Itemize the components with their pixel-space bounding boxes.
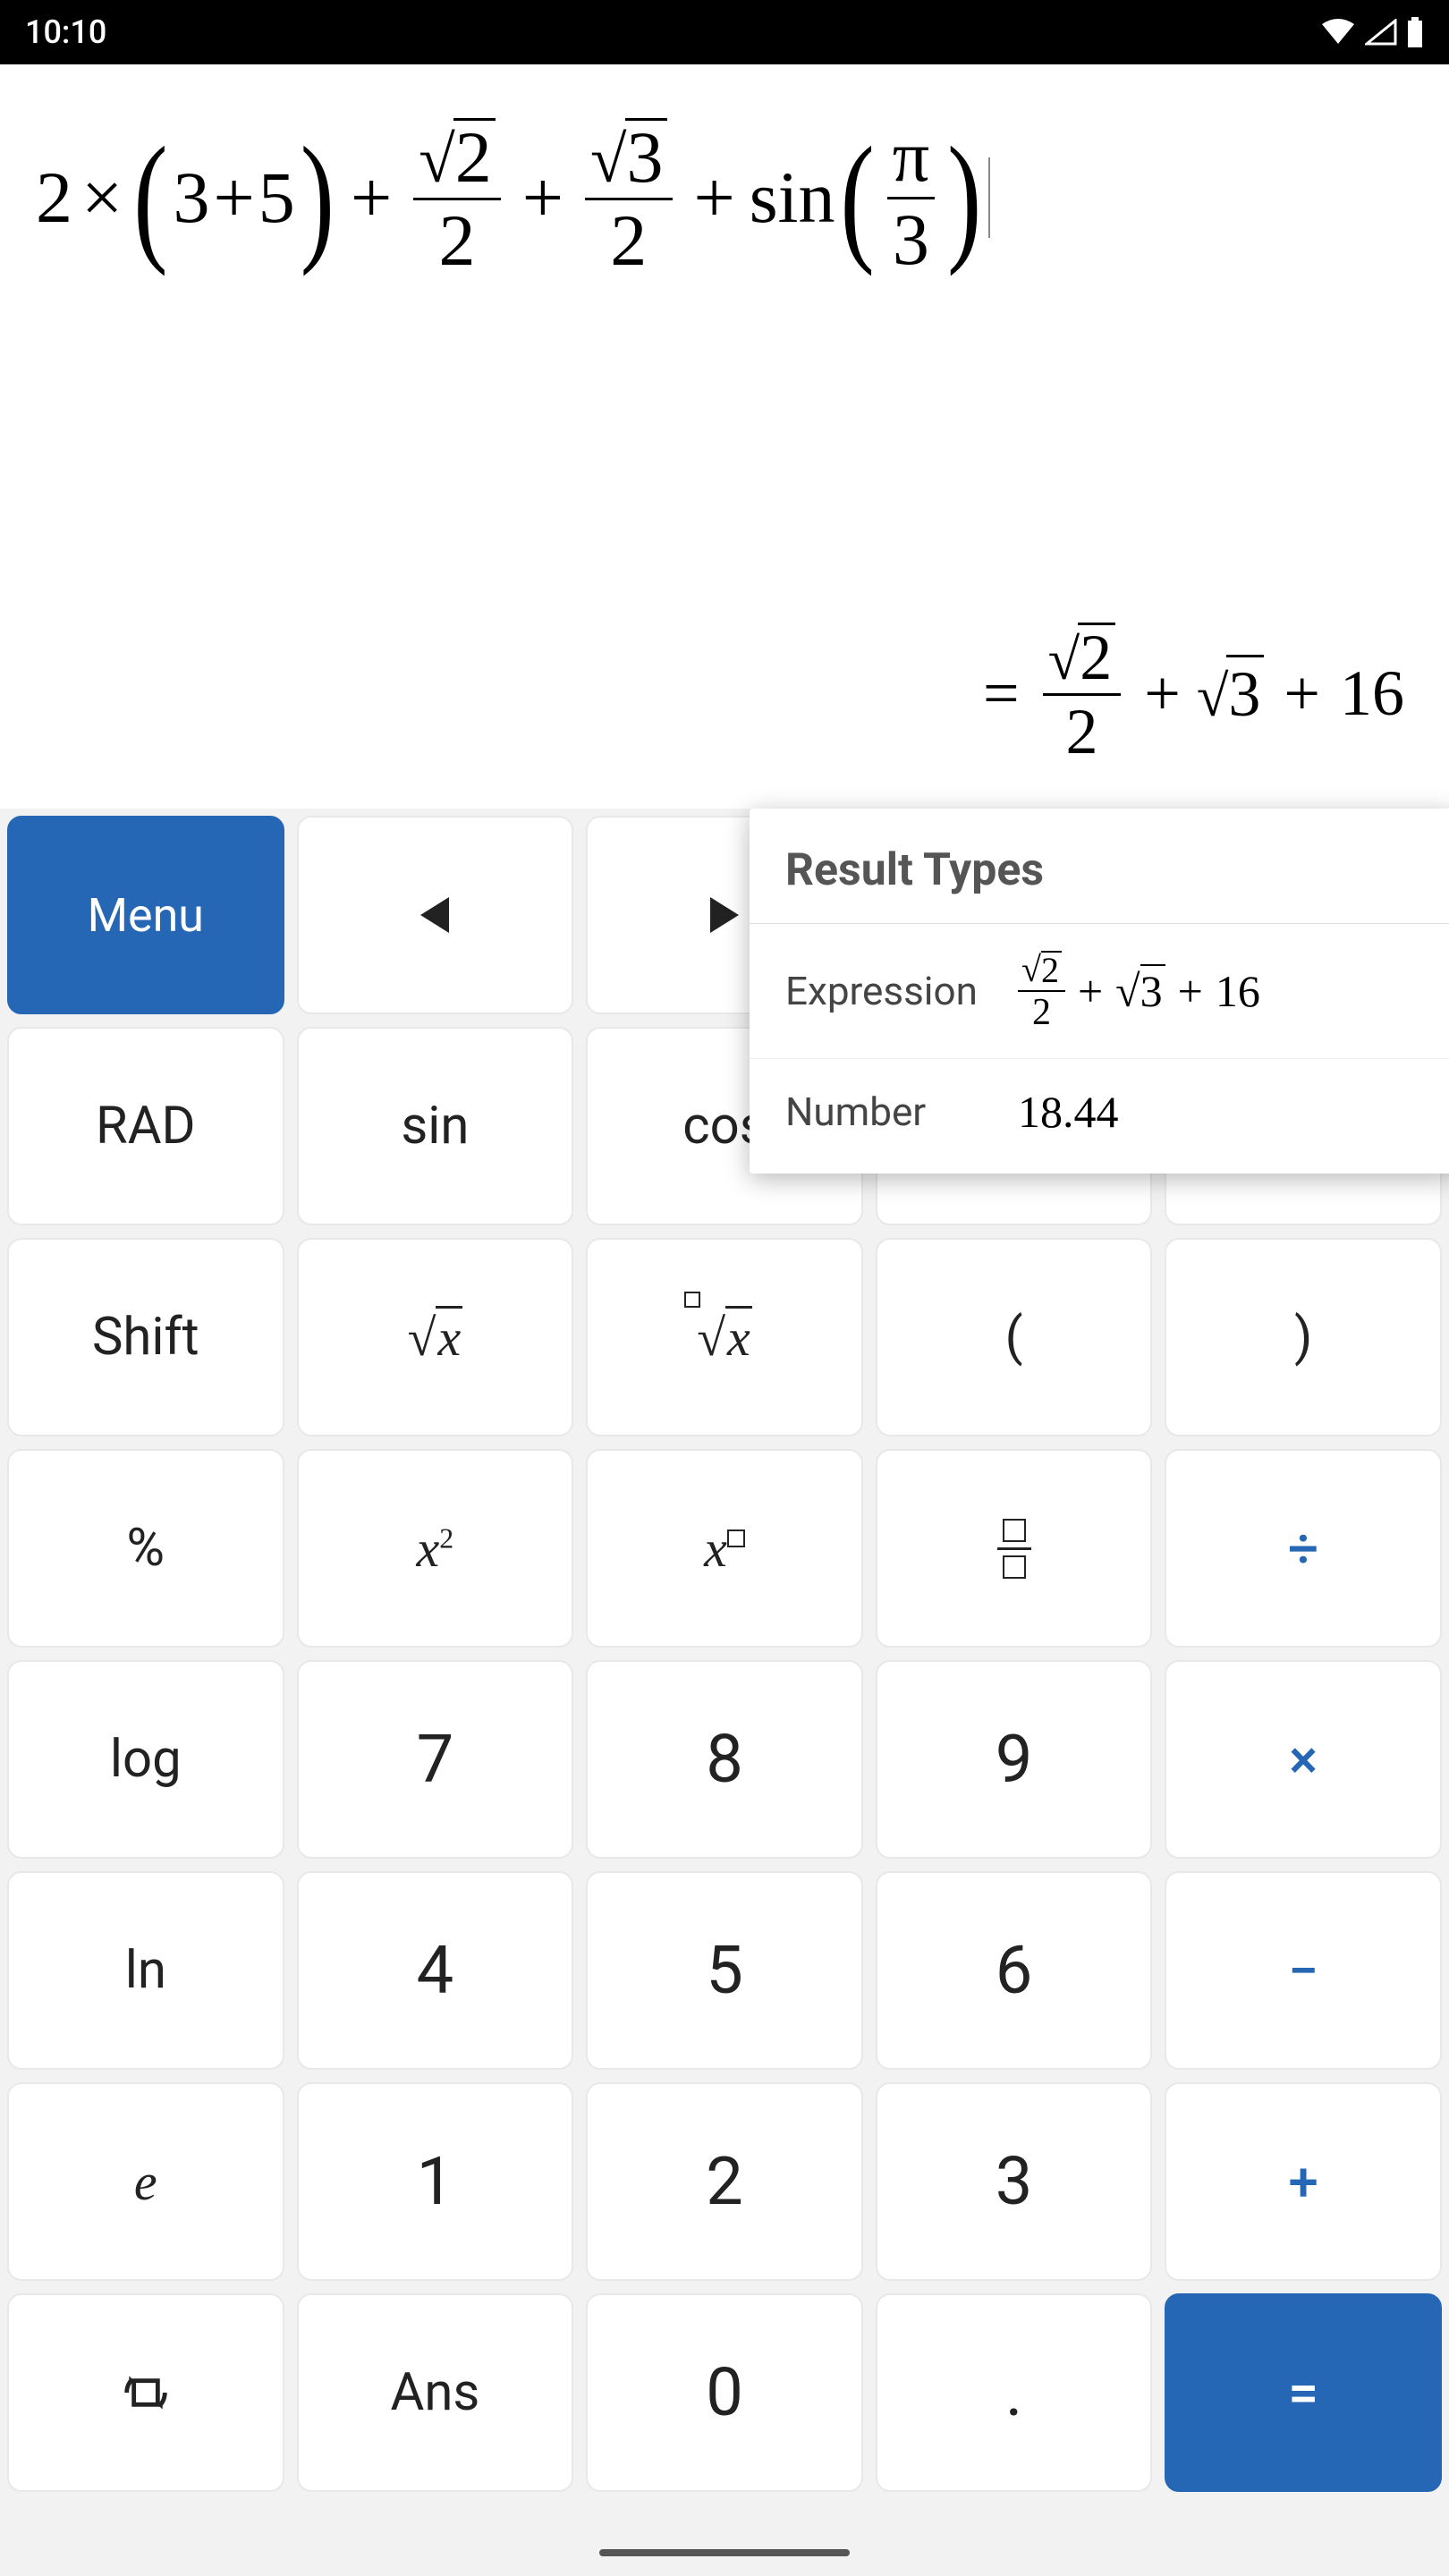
menu-button[interactable]: Menu [7,816,284,1014]
divide-button[interactable]: ÷ [1165,1449,1442,1648]
p-den2: 2 [1032,992,1051,1031]
popup-title: Result Types [750,809,1449,924]
signal-icon [1365,19,1397,46]
fraction-icon [997,1519,1031,1579]
lparen2-icon: ( [840,140,874,256]
nroot-button[interactable]: √x [586,1238,863,1436]
result-frac: √2 2 [1043,623,1122,764]
res-plus2: + [1284,657,1320,731]
log-button[interactable]: log [7,1660,284,1859]
sqrt-3: 3 [625,118,667,194]
minus-button[interactable]: − [1165,1871,1442,2070]
sqrt-x: x [436,1306,462,1367]
six-button[interactable]: 6 [876,1871,1153,2070]
rotate-icon [117,2364,174,2421]
res-sqrt2: 2 [1078,623,1115,690]
denom-3: 3 [893,199,929,276]
rparen-button[interactable]: ) [1165,1238,1442,1436]
eight-button[interactable]: 8 [586,1660,863,1859]
token-3: 3 [173,157,209,238]
e-glyph: e [134,2152,157,2212]
token-plus-2: + [351,157,392,238]
token-5: 5 [258,157,295,238]
sqrt-2: 2 [453,118,496,194]
token-plus: + [213,157,254,238]
res-den2: 2 [1065,696,1097,764]
ans-button[interactable]: Ans [297,2293,574,2492]
equals-button[interactable]: = [1165,2293,1442,2492]
rparen2-icon: ) [947,140,981,256]
token-plus-3: + [522,157,564,238]
token-times: × [81,157,123,238]
e-button[interactable]: e [7,2082,284,2281]
battery-icon [1406,17,1424,47]
fraction-button[interactable] [876,1449,1153,1648]
wifi-icon [1320,19,1356,46]
p-sqrt3: 3 [1140,964,1165,1016]
four-button[interactable]: 4 [297,1871,574,2070]
multiply-button[interactable]: × [1165,1660,1442,1859]
pi: π [887,120,935,199]
plus-button[interactable]: + [1165,2082,1442,2281]
two-button[interactable]: 2 [586,2082,863,2281]
result-expression: = √2 2 + √3 + 16 [36,623,1413,791]
sin-button[interactable]: sin [297,1027,574,1225]
status-bar: 10:10 [0,0,1449,64]
res-16: 16 [1340,657,1404,731]
denom-2b: 2 [610,200,647,277]
five-button[interactable]: 5 [586,1871,863,2070]
result-types-popup: Result Types Expression √22 + √3 + 16 Nu… [750,809,1449,1174]
shift-button[interactable]: Shift [7,1238,284,1436]
display-area: 2 × ( 3 + 5 ) + √2 2 + √3 2 + sin ( π 3 … [0,64,1449,809]
popup-expression-label: Expression [785,968,1018,1014]
fraction-2: √3 2 [585,118,673,277]
status-icons [1320,17,1424,47]
p-plus1: + [1078,965,1103,1017]
zero-button[interactable]: 0 [586,2293,863,2492]
popup-number-row[interactable]: Number 18.44 [750,1059,1449,1174]
popup-expression-value: √22 + √3 + 16 [1018,951,1260,1031]
sqrt-button[interactable]: √x [297,1238,574,1436]
one-button[interactable]: 1 [297,2082,574,2281]
triangle-left-icon [420,897,449,933]
cursor-icon [988,157,990,238]
p-sqrt2: 2 [1041,951,1062,988]
nroot-x: x [725,1306,752,1367]
token-sin: sin [750,157,835,238]
three-button[interactable]: 3 [876,2082,1153,2281]
rad-button[interactable]: RAD [7,1027,284,1225]
p-plus2: + [1178,965,1203,1017]
status-time: 10:10 [25,13,106,51]
ln-button[interactable]: ln [7,1871,284,2070]
rotate-button[interactable] [7,2293,284,2492]
percent-button[interactable]: % [7,1449,284,1648]
triangle-right-icon [710,897,739,933]
power-button[interactable]: x [586,1449,863,1648]
rparen-icon: ) [301,140,335,256]
popup-number-label: Number [785,1089,1018,1135]
fraction-1: √2 2 [413,118,501,277]
dot-button[interactable]: . [876,2293,1153,2492]
popup-number-value: 18.44 [1018,1086,1119,1138]
seven-button[interactable]: 7 [297,1660,574,1859]
denom-2a: 2 [438,200,475,277]
lparen-button[interactable]: ( [876,1238,1153,1436]
res-sqrt3: 3 [1226,655,1264,732]
token-2: 2 [36,157,72,238]
nav-handle[interactable] [599,2549,850,2556]
cursor-left-button[interactable] [297,816,574,1014]
token-plus-4: + [694,157,735,238]
square-button[interactable]: x2 [297,1449,574,1648]
p-16: 16 [1216,965,1260,1017]
input-expression[interactable]: 2 × ( 3 + 5 ) + √2 2 + √3 2 + sin ( π 3 … [36,118,1413,277]
nine-button[interactable]: 9 [876,1660,1153,1859]
res-sqrt3-wrap: √3 [1197,655,1265,732]
popup-expression-row[interactable]: Expression √22 + √3 + 16 [750,924,1449,1059]
lparen-icon: ( [133,140,167,256]
equals-sign: = [983,657,1020,731]
res-plus1: + [1144,657,1181,731]
fraction-pi: π 3 [887,120,935,276]
